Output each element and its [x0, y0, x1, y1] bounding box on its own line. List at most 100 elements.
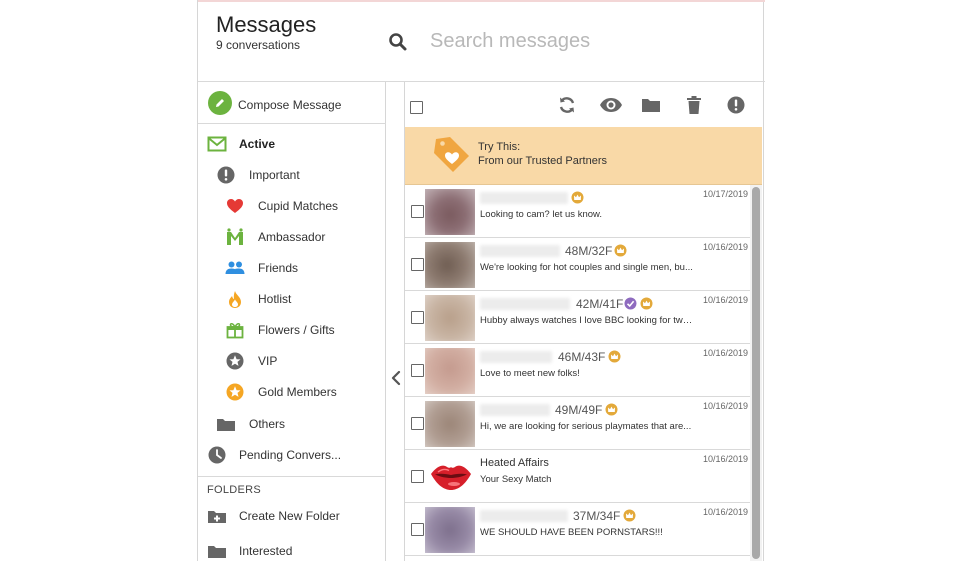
- crown-icon: [605, 403, 618, 416]
- sidebar-item-gold-members[interactable]: Gold Members: [198, 377, 386, 407]
- page-title: Messages: [216, 12, 317, 37]
- message-snippet: Your Sexy Match: [480, 474, 552, 485]
- row-checkbox[interactable]: [411, 470, 424, 483]
- lips-icon: [431, 465, 471, 490]
- sidebar-item-label: Flowers / Gifts: [258, 323, 335, 337]
- blurred-username: [480, 510, 568, 522]
- gift-icon: [225, 320, 245, 340]
- message-list: 10/17/2019 Looking to cam? let us know. …: [405, 185, 762, 561]
- row-checkbox[interactable]: [411, 523, 424, 536]
- sidebar-item-vip[interactable]: VIP: [198, 346, 386, 376]
- message-date: 10/16/2019: [702, 295, 748, 305]
- refresh-icon[interactable]: [556, 94, 578, 116]
- sidebar-item-label: Ambassador: [258, 230, 326, 244]
- clock-icon: [207, 445, 227, 465]
- conversation-count: 9 conversations: [216, 38, 301, 52]
- message-date: 10/17/2019: [702, 189, 748, 199]
- tag-heart-icon: [434, 137, 469, 172]
- sidebar-item-others[interactable]: Others: [198, 409, 386, 439]
- folder-icon[interactable]: [640, 94, 662, 116]
- member-ages: 37M/34F: [573, 509, 621, 523]
- sidebar-item-friends[interactable]: Friends: [198, 253, 386, 283]
- message-date: 10/16/2019: [702, 454, 748, 464]
- create-new-folder-button[interactable]: Create New Folder: [198, 501, 386, 531]
- chevron-left-icon[interactable]: [390, 370, 402, 386]
- avatar: [425, 242, 475, 288]
- row-checkbox[interactable]: [411, 205, 424, 218]
- message-list-panel: Try This: From our Trusted Partners 10/1…: [405, 82, 763, 561]
- blurred-username: [480, 351, 552, 363]
- sidebar-item-active[interactable]: Active: [198, 129, 386, 159]
- sidebar-item-label: Gold Members: [258, 385, 337, 399]
- pencil-icon: [208, 91, 232, 115]
- heart-icon: [225, 196, 245, 216]
- envelope-icon: [207, 134, 227, 154]
- scrollbar[interactable]: [750, 185, 762, 561]
- row-checkbox[interactable]: [411, 364, 424, 377]
- avatar: [425, 189, 475, 235]
- compose-message-label: Compose Message: [238, 98, 342, 112]
- scrollbar-thumb[interactable]: [752, 187, 760, 559]
- message-row[interactable]: 37M/34F 10/16/2019 WE SHOULD HAVE BEEN P…: [405, 503, 750, 556]
- sidebar-item-label: Interested: [239, 544, 293, 558]
- crown-icon: [614, 244, 627, 257]
- message-snippet: Hubby always watches I love BBC looking …: [480, 315, 695, 326]
- avatar: [425, 295, 475, 341]
- sidebar: Compose Message Active Important Cupid M…: [198, 82, 386, 561]
- message-row[interactable]: 10/17/2019 Looking to cam? let us know.: [405, 185, 750, 238]
- row-checkbox[interactable]: [411, 417, 424, 430]
- sidebar-item-ambassador[interactable]: Ambassador: [198, 222, 386, 252]
- avatar: [425, 401, 475, 447]
- message-row[interactable]: 48M/32F 10/16/2019 We're looking for hot…: [405, 238, 750, 291]
- divider: [198, 476, 386, 477]
- sidebar-item-flowers-gifts[interactable]: Flowers / Gifts: [198, 315, 386, 345]
- message-date: 10/16/2019: [702, 401, 748, 411]
- messages-app: Messages 9 conversations Compose Message…: [197, 0, 765, 561]
- sidebar-item-label: Create New Folder: [239, 509, 340, 523]
- message-row[interactable]: Heated Affairs 10/16/2019 Your Sexy Matc…: [405, 450, 750, 503]
- sidebar-item-pending-conversations[interactable]: Pending Convers...: [198, 440, 386, 470]
- sender-name: Heated Affairs: [480, 457, 549, 469]
- row-checkbox[interactable]: [411, 311, 424, 324]
- search-input[interactable]: [430, 26, 730, 56]
- trash-icon[interactable]: [683, 94, 705, 116]
- sidebar-item-hotlist[interactable]: Hotlist: [198, 284, 386, 314]
- folder-plus-icon: [207, 506, 227, 526]
- sidebar-item-cupid-matches[interactable]: Cupid Matches: [198, 191, 386, 221]
- report-icon[interactable]: [725, 94, 747, 116]
- verified-icon: [624, 297, 637, 310]
- star-icon: [225, 351, 245, 371]
- exclamation-icon: [216, 165, 236, 185]
- promo-banner[interactable]: Try This: From our Trusted Partners: [405, 127, 762, 185]
- search-icon[interactable]: [388, 32, 408, 52]
- message-date: 10/16/2019: [702, 242, 748, 252]
- message-date: 10/16/2019: [702, 348, 748, 358]
- message-row[interactable]: 49M/49F 10/16/2019 Hi, we are looking fo…: [405, 397, 750, 450]
- folder-icon: [216, 414, 236, 434]
- message-row[interactable]: 42M/41F 10/16/2019 Hubby always watches …: [405, 291, 750, 344]
- crown-icon: [623, 509, 636, 522]
- sidebar-item-important[interactable]: Important: [198, 160, 386, 190]
- eye-icon[interactable]: [598, 94, 624, 116]
- collapse-column: [386, 82, 405, 561]
- row-checkbox[interactable]: [411, 258, 424, 271]
- sidebar-item-label: Friends: [258, 261, 299, 275]
- toolbar: [405, 82, 763, 127]
- folders-heading: FOLDERS: [207, 484, 262, 496]
- sidebar-item-label: Cupid Matches: [258, 199, 339, 213]
- promo-subtitle: From our Trusted Partners: [478, 155, 607, 167]
- sidebar-item-label: Pending Convers...: [239, 448, 342, 462]
- sidebar-item-label: Important: [249, 168, 300, 182]
- blurred-username: [480, 245, 560, 257]
- folder-icon: [207, 541, 227, 561]
- sidebar-item-label: Others: [249, 417, 286, 431]
- message-snippet: Hi, we are looking for serious playmates…: [480, 421, 692, 432]
- blurred-username: [480, 404, 550, 416]
- compose-message-button[interactable]: Compose Message: [198, 82, 386, 124]
- sidebar-item-label: VIP: [258, 354, 278, 368]
- blurred-username: [480, 192, 568, 204]
- folder-item-interested[interactable]: Interested: [198, 536, 386, 561]
- message-row[interactable]: 46M/43F 10/16/2019 Love to meet new folk…: [405, 344, 750, 397]
- select-all-checkbox[interactable]: [410, 101, 423, 114]
- message-snippet: We're looking for hot couples and single…: [480, 262, 693, 273]
